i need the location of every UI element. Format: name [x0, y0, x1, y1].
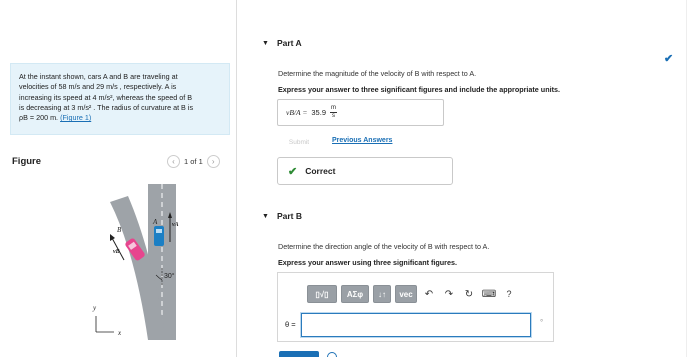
- undo-icon[interactable]: ↶: [421, 285, 437, 303]
- car-a: [154, 226, 164, 246]
- part-b-instruction: Determine the direction angle of the vel…: [278, 242, 490, 251]
- column-divider: [236, 0, 237, 357]
- unit-numerator: m: [330, 105, 337, 113]
- answer-variable: vB/A =: [286, 108, 308, 117]
- problem-line-4: is decreasing at 3 m/s² . The radius of …: [19, 102, 194, 112]
- answer-value: 35.9: [311, 108, 326, 117]
- label-a: A: [152, 218, 158, 226]
- part-a-header[interactable]: ▼ Part A: [262, 38, 302, 48]
- part-b-bold-instruction: Express your answer using three signific…: [278, 258, 457, 267]
- caret-down-icon: ▼: [262, 39, 269, 47]
- degree-symbol: °: [540, 318, 544, 327]
- check-icon: ✔: [288, 165, 298, 178]
- axis-y-label: y: [92, 304, 97, 312]
- chevron-left-icon: ‹: [172, 157, 175, 166]
- problem-line-3: increasing its speed at 4 m/s², whereas …: [19, 92, 192, 102]
- part-b-submit-button[interactable]: [279, 351, 319, 357]
- caret-down-icon: ▼: [262, 212, 269, 220]
- label-angle: 30°: [164, 272, 175, 280]
- figure-title: Figure: [12, 156, 42, 167]
- part-a-title: Part A: [276, 38, 302, 48]
- subscript-button[interactable]: ↓↑: [373, 285, 391, 303]
- math-toolbar: ▯√▯ ΑΣφ ↓↑ vec ↶ ↷ ↻ ⌨ ?: [307, 285, 517, 303]
- next-figure-button[interactable]: ›: [206, 155, 220, 168]
- label-b: B: [117, 226, 122, 234]
- correct-label: Correct: [305, 166, 336, 176]
- figure-pager: ‹ 1 of 1 ›: [167, 155, 220, 168]
- completed-check-icon: ✔: [664, 53, 674, 65]
- submit-button[interactable]: Submit: [278, 136, 320, 148]
- correct-feedback: ✔ Correct: [277, 157, 453, 185]
- figure-link[interactable]: (Figure 1): [60, 113, 91, 122]
- theta-input[interactable]: [301, 313, 531, 337]
- reset-icon[interactable]: ↻: [461, 285, 477, 303]
- greek-button[interactable]: ΑΣφ: [341, 285, 369, 303]
- keyboard-icon[interactable]: ⌨: [481, 285, 497, 303]
- chevron-right-icon: ›: [211, 157, 215, 166]
- problem-line-2: velocities of 58 m/s and 29 m/s , respec…: [19, 82, 177, 92]
- label-vb: vB: [113, 249, 120, 255]
- problem-line-5: ρB = 200 m. (Figure 1): [19, 113, 221, 123]
- part-a-instruction: Determine the magnitude of the velocity …: [278, 69, 477, 78]
- unit-denominator: s: [332, 113, 335, 119]
- help-icon[interactable]: ?: [501, 285, 517, 303]
- figure-page-count: 1 of 1: [184, 157, 203, 166]
- axis-x-label: x: [117, 329, 122, 337]
- part-a-answer-field[interactable]: vB/A = 35.9 m s: [277, 99, 444, 126]
- problem-statement: At the instant shown, cars A and B are t…: [10, 63, 230, 135]
- right-edge-divider: [686, 0, 687, 357]
- prev-figure-button[interactable]: ‹: [167, 155, 180, 168]
- vector-button[interactable]: vec: [395, 285, 417, 303]
- part-b-title: Part B: [276, 211, 302, 221]
- theta-label: θ =: [285, 320, 296, 329]
- part-b-header[interactable]: ▼ Part B: [262, 211, 302, 221]
- figure-diagram: A B vA vB 30° y x: [92, 184, 179, 340]
- part-a-bold-instruction: Express your answer to three significant…: [278, 85, 560, 94]
- label-va: vA: [172, 222, 179, 228]
- problem-line-1: At the instant shown, cars A and B are t…: [19, 72, 178, 81]
- request-answer-icon[interactable]: [327, 352, 337, 357]
- answer-unit: m s: [330, 105, 337, 120]
- previous-answers-link[interactable]: Previous Answers: [332, 137, 392, 144]
- radius-text: ρB = 200 m.: [19, 113, 59, 123]
- redo-icon[interactable]: ↷: [441, 285, 457, 303]
- templates-button[interactable]: ▯√▯: [307, 285, 337, 303]
